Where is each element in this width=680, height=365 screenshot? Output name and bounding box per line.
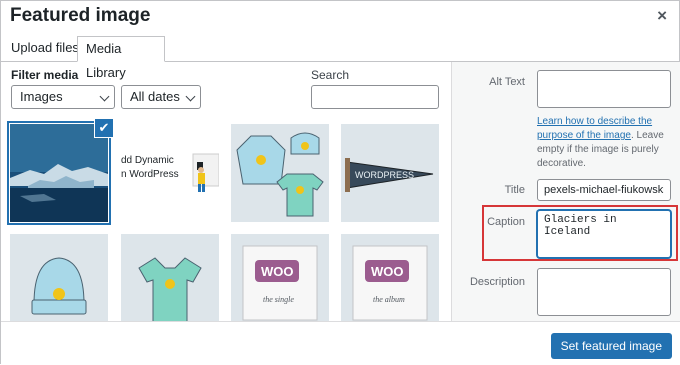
media-item-vneck[interactable] bbox=[121, 234, 219, 321]
tab-media-library[interactable]: Media Library bbox=[77, 36, 165, 80]
description-field[interactable] bbox=[537, 268, 671, 316]
media-modal: Featured image × Upload files Media Libr… bbox=[0, 0, 680, 365]
caption-field[interactable]: Glaciers in Iceland bbox=[537, 210, 671, 258]
woo-single-image: WOO the single bbox=[231, 234, 329, 321]
album-caption-text: the single bbox=[263, 295, 294, 304]
media-item-wordpress-post[interactable]: dd Dynamic n WordPress bbox=[121, 124, 219, 222]
media-item-hoodies[interactable] bbox=[231, 124, 329, 222]
tab-bar: Upload files Media Library bbox=[1, 36, 680, 80]
filter-media-label: Filter media bbox=[11, 68, 79, 82]
date-filter-select[interactable]: All dates bbox=[121, 85, 201, 109]
attachment-details: Alt Text Learn how to describe the purpo… bbox=[451, 62, 680, 321]
media-item-woo-album[interactable]: WOO the album bbox=[341, 234, 439, 321]
alt-text-field[interactable] bbox=[537, 70, 671, 108]
checkmark-icon[interactable]: ✔ bbox=[94, 118, 114, 138]
glacier-image bbox=[10, 124, 108, 222]
hoodie-image bbox=[231, 124, 329, 222]
tab-upload-files[interactable]: Upload files bbox=[11, 36, 79, 62]
woo-logo-text: WOO bbox=[371, 264, 404, 279]
description-label: Description bbox=[469, 276, 525, 288]
caption-label: Caption bbox=[487, 216, 525, 228]
media-browser: Filter media Search Images All dates ✔ d… bbox=[1, 62, 451, 321]
search-input[interactable] bbox=[311, 85, 439, 109]
person-illustration bbox=[192, 153, 219, 192]
title-label: Title bbox=[504, 184, 525, 196]
media-item-beanie[interactable] bbox=[10, 234, 108, 321]
media-item-glacier[interactable] bbox=[10, 124, 108, 222]
media-item-pennant[interactable]: WORDPRESS bbox=[341, 124, 439, 222]
modal-footer: Set featured image bbox=[1, 321, 680, 365]
set-featured-image-button[interactable]: Set featured image bbox=[550, 333, 672, 359]
close-icon[interactable]: × bbox=[657, 6, 667, 26]
thumb-text-line: n WordPress bbox=[121, 169, 179, 180]
chevron-down-icon bbox=[99, 91, 110, 102]
pennant-image: WORDPRESS bbox=[341, 124, 439, 222]
woo-logo-text: WOO bbox=[261, 264, 294, 279]
search-label: Search bbox=[311, 68, 350, 82]
thumb-text-line: dd Dynamic bbox=[121, 155, 174, 166]
beanie-image bbox=[10, 234, 108, 321]
media-item-woo-single[interactable]: WOO the single bbox=[231, 234, 329, 321]
title-field[interactable] bbox=[537, 179, 671, 201]
media-type-select[interactable]: Images bbox=[11, 85, 115, 109]
pennant-text: WORDPRESS bbox=[355, 170, 414, 180]
modal-title: Featured image bbox=[10, 5, 151, 26]
woo-album-image: WOO the album bbox=[341, 234, 439, 321]
album-caption-text: the album bbox=[373, 295, 405, 304]
alt-text-help: Learn how to describe the purpose of the… bbox=[537, 115, 671, 171]
media-type-value: Images bbox=[20, 89, 63, 104]
vneck-image bbox=[121, 234, 219, 321]
date-filter-value: All dates bbox=[130, 89, 180, 104]
chevron-down-icon bbox=[185, 91, 196, 102]
alt-text-label: Alt Text bbox=[489, 76, 525, 88]
